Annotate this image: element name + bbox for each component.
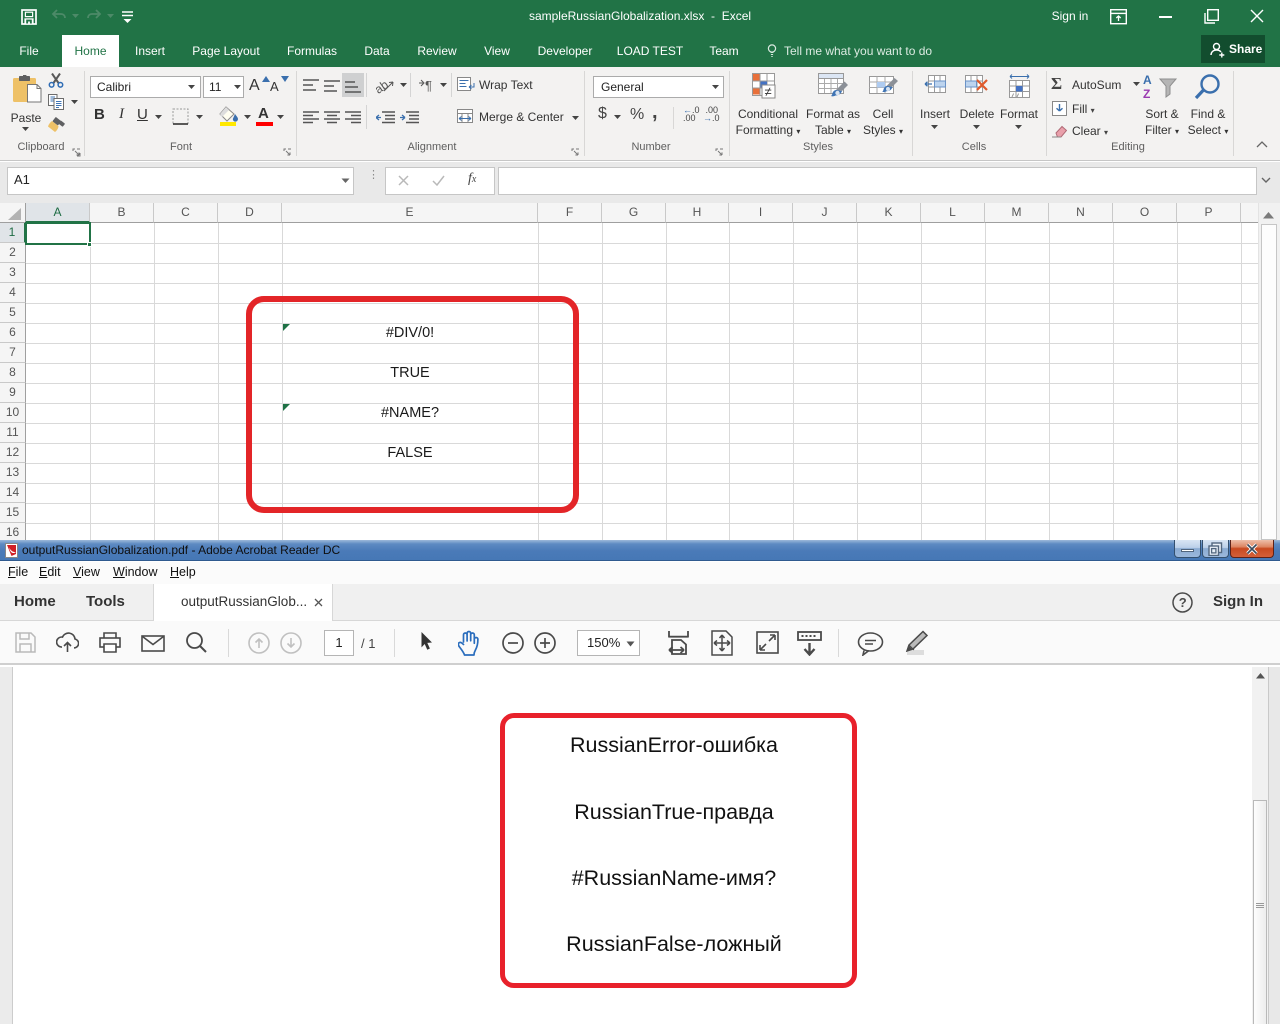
svg-text:Z: Z	[1143, 87, 1150, 101]
svg-text:?: ?	[1179, 595, 1187, 610]
svg-text:≠: ≠	[765, 84, 772, 99]
svg-text:A: A	[1143, 73, 1152, 87]
svg-text:¶: ¶	[425, 78, 432, 92]
